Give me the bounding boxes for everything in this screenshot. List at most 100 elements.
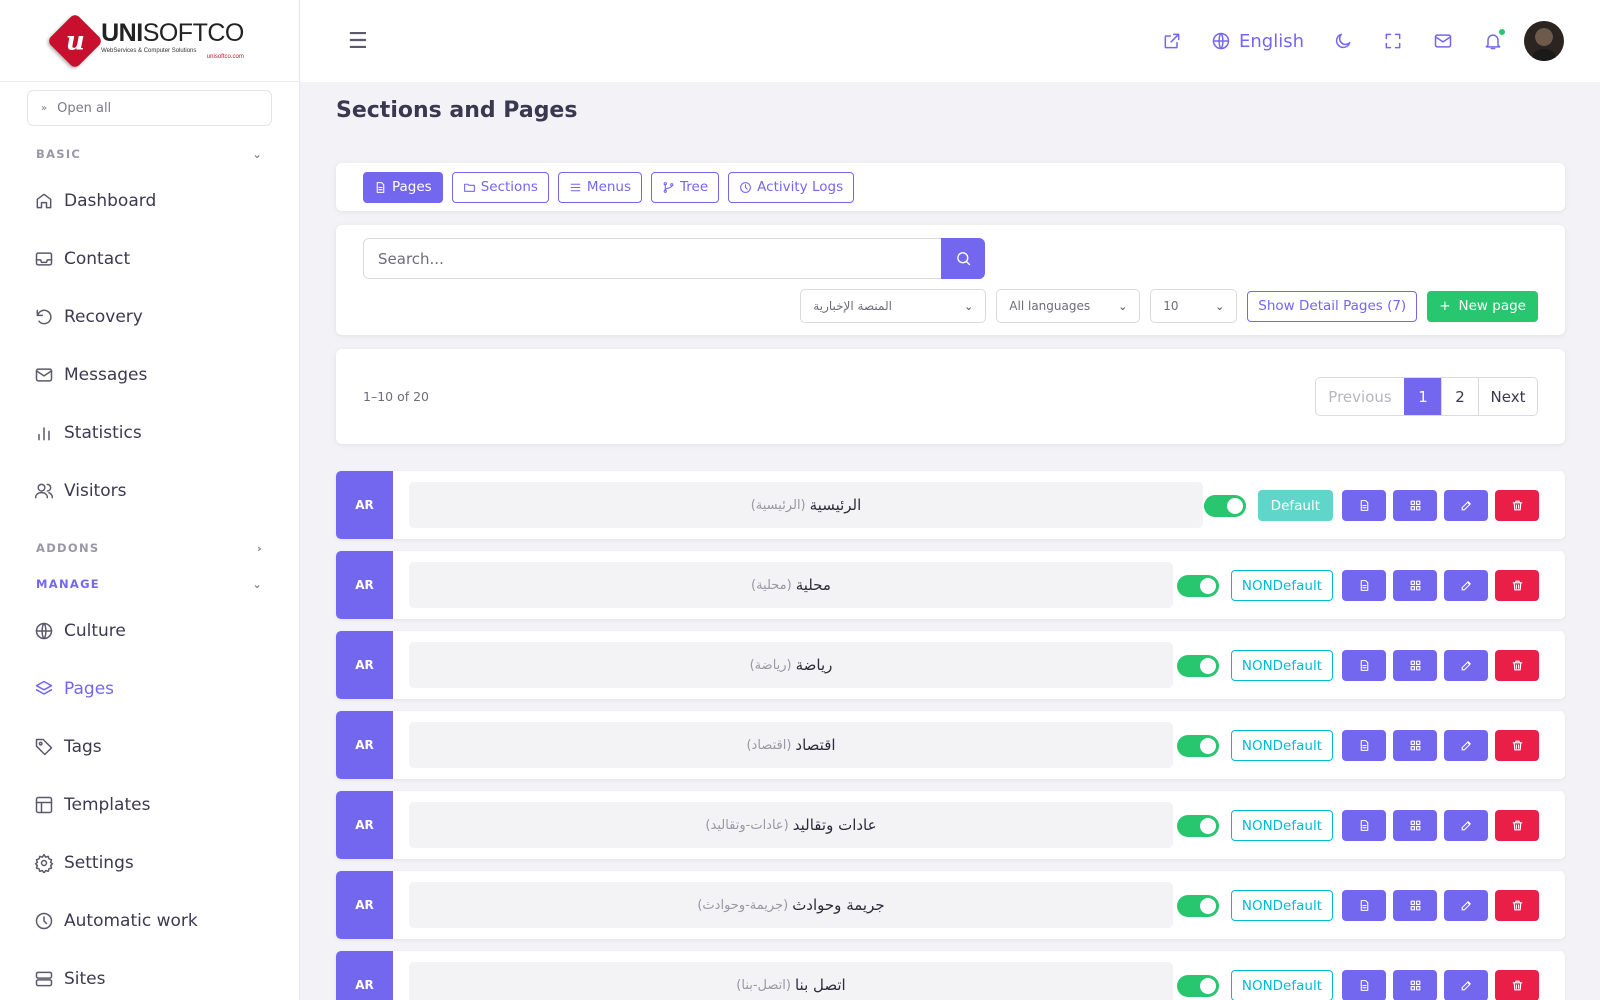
sidebar-item-tags[interactable]: Tags (0, 718, 299, 776)
layout-button[interactable] (1393, 490, 1437, 521)
layout-button[interactable] (1393, 570, 1437, 601)
tab-sections[interactable]: Sections (451, 171, 549, 203)
group-addons[interactable]: ADDONS › (36, 530, 263, 566)
enabled-toggle[interactable] (1176, 654, 1219, 677)
layout-button[interactable] (1393, 890, 1437, 921)
delete-button[interactable] (1495, 810, 1539, 841)
edit-button[interactable] (1444, 890, 1488, 921)
enabled-toggle[interactable] (1203, 494, 1246, 517)
open-all-button[interactable]: » Open all (27, 90, 272, 126)
default-status-badge[interactable]: NONDefault (1230, 810, 1333, 841)
page-title-box[interactable]: رياضة (رياضة) (409, 642, 1173, 688)
chevron-down-icon: ⌄ (252, 147, 263, 161)
page-title-box[interactable]: جريمة وحوادث (جريمة-وحوادث) (409, 882, 1173, 928)
group-basic[interactable]: BASIC ⌄ (36, 136, 263, 172)
view-page-button[interactable] (1342, 890, 1386, 921)
page-row: AR عادات وتقاليد (عادات-وتقاليد) NONDefault (336, 791, 1565, 859)
grid-icon (1410, 820, 1420, 831)
per-page-select[interactable]: 10 ⌄ (1150, 289, 1238, 323)
moon-icon[interactable] (1318, 21, 1368, 61)
mail-icon[interactable] (1418, 21, 1468, 61)
sidebar-item-visitors[interactable]: Visitors (0, 462, 299, 520)
search-input[interactable]: Search... (363, 238, 941, 279)
fullscreen-icon[interactable] (1368, 21, 1418, 61)
view-page-button[interactable] (1342, 730, 1386, 761)
avatar[interactable] (1524, 21, 1564, 61)
page-title-box[interactable]: اقتصاد (اقتصاد) (409, 722, 1173, 768)
delete-button[interactable] (1495, 970, 1539, 1000)
default-status-badge[interactable]: Default (1257, 490, 1333, 521)
sidebar-item-culture[interactable]: Culture (0, 602, 299, 660)
delete-button[interactable] (1495, 570, 1539, 601)
delete-button[interactable] (1495, 490, 1539, 521)
language-select[interactable]: All languages ⌄ (996, 289, 1141, 323)
brand[interactable]: u UNISOFTCO WebServices & Computer Solut… (0, 0, 299, 82)
view-page-button[interactable] (1342, 650, 1386, 681)
enabled-toggle[interactable] (1176, 734, 1219, 757)
delete-button[interactable] (1495, 730, 1539, 761)
edit-button[interactable] (1444, 570, 1488, 601)
sidebar-item-contact[interactable]: Contact (0, 230, 299, 288)
sidebar-item-recovery[interactable]: Recovery (0, 288, 299, 346)
plus-icon: + (1439, 298, 1451, 314)
layout-button[interactable] (1393, 730, 1437, 761)
default-status-badge[interactable]: NONDefault (1230, 730, 1333, 761)
bell-icon[interactable] (1468, 21, 1518, 61)
sidebar-item-templates[interactable]: Templates (0, 776, 299, 834)
delete-button[interactable] (1495, 890, 1539, 921)
tab-activity-logs[interactable]: Activity Logs (728, 171, 855, 203)
page-title-box[interactable]: اتصل بنا (اتصل-بنا) (409, 962, 1173, 1000)
sidebar-item-messages[interactable]: Messages (0, 346, 299, 404)
language-switcher[interactable]: English (1211, 31, 1304, 52)
page-1-button[interactable]: 1 (1404, 378, 1441, 415)
page-2-button[interactable]: 2 (1441, 378, 1478, 415)
new-page-button[interactable]: + New page (1427, 290, 1538, 322)
view-page-button[interactable] (1342, 970, 1386, 1000)
tab-pages[interactable]: Pages (363, 171, 443, 203)
sidebar-item-sites[interactable]: Sites (0, 950, 299, 1000)
sidebar-item-dashboard[interactable]: Dashboard (0, 172, 299, 230)
edit-button[interactable] (1444, 970, 1488, 1000)
enabled-toggle[interactable] (1176, 894, 1219, 917)
show-detail-pages-button[interactable]: Show Detail Pages (7) (1247, 290, 1418, 322)
default-status-badge[interactable]: NONDefault (1230, 970, 1333, 1000)
previous-button[interactable]: Previous (1316, 378, 1404, 415)
page-title-box[interactable]: عادات وتقاليد (عادات-وتقاليد) (409, 802, 1173, 848)
edit-button[interactable] (1444, 730, 1488, 761)
edit-icon (1461, 581, 1471, 591)
hamburger-icon[interactable]: ☰ (348, 29, 368, 54)
edit-button[interactable] (1444, 810, 1488, 841)
external-link-icon[interactable] (1147, 21, 1197, 61)
view-page-button[interactable] (1342, 490, 1386, 521)
delete-button[interactable] (1495, 650, 1539, 681)
edit-button[interactable] (1444, 490, 1488, 521)
sidebar-item-pages[interactable]: Pages (0, 660, 299, 718)
edit-button[interactable] (1444, 650, 1488, 681)
next-button[interactable]: Next (1478, 378, 1537, 415)
layout-button[interactable] (1393, 970, 1437, 1000)
default-status-badge[interactable]: NONDefault (1230, 650, 1333, 681)
enabled-toggle[interactable] (1176, 574, 1219, 597)
view-page-button[interactable] (1342, 810, 1386, 841)
sidebar-item-settings[interactable]: Settings (0, 834, 299, 892)
page-title-box[interactable]: الرئيسية (الرئيسية) (409, 482, 1203, 528)
layout-button[interactable] (1393, 810, 1437, 841)
view-page-button[interactable] (1342, 570, 1386, 601)
file-icon (1360, 740, 1368, 751)
search-button[interactable] (941, 238, 985, 279)
enabled-toggle[interactable] (1176, 814, 1219, 837)
tab-tree[interactable]: Tree (651, 171, 720, 203)
layout-button[interactable] (1393, 650, 1437, 681)
default-status-badge[interactable]: NONDefault (1230, 890, 1333, 921)
edit-icon (1461, 901, 1471, 911)
page-title-box[interactable]: محلية (محلية) (409, 562, 1173, 608)
language-tag: AR (336, 551, 393, 619)
tab-menus[interactable]: Menus (557, 171, 643, 203)
sidebar-item-statistics[interactable]: Statistics (0, 404, 299, 462)
sidebar-item-automatic-work[interactable]: Automatic work (0, 892, 299, 950)
enabled-toggle[interactable] (1176, 974, 1219, 997)
group-manage[interactable]: MANAGE ⌄ (36, 566, 263, 602)
site-select[interactable]: المنصة الإخبارية ⌄ (800, 289, 987, 323)
default-status-badge[interactable]: NONDefault (1230, 570, 1333, 601)
grid-icon (1410, 900, 1420, 911)
